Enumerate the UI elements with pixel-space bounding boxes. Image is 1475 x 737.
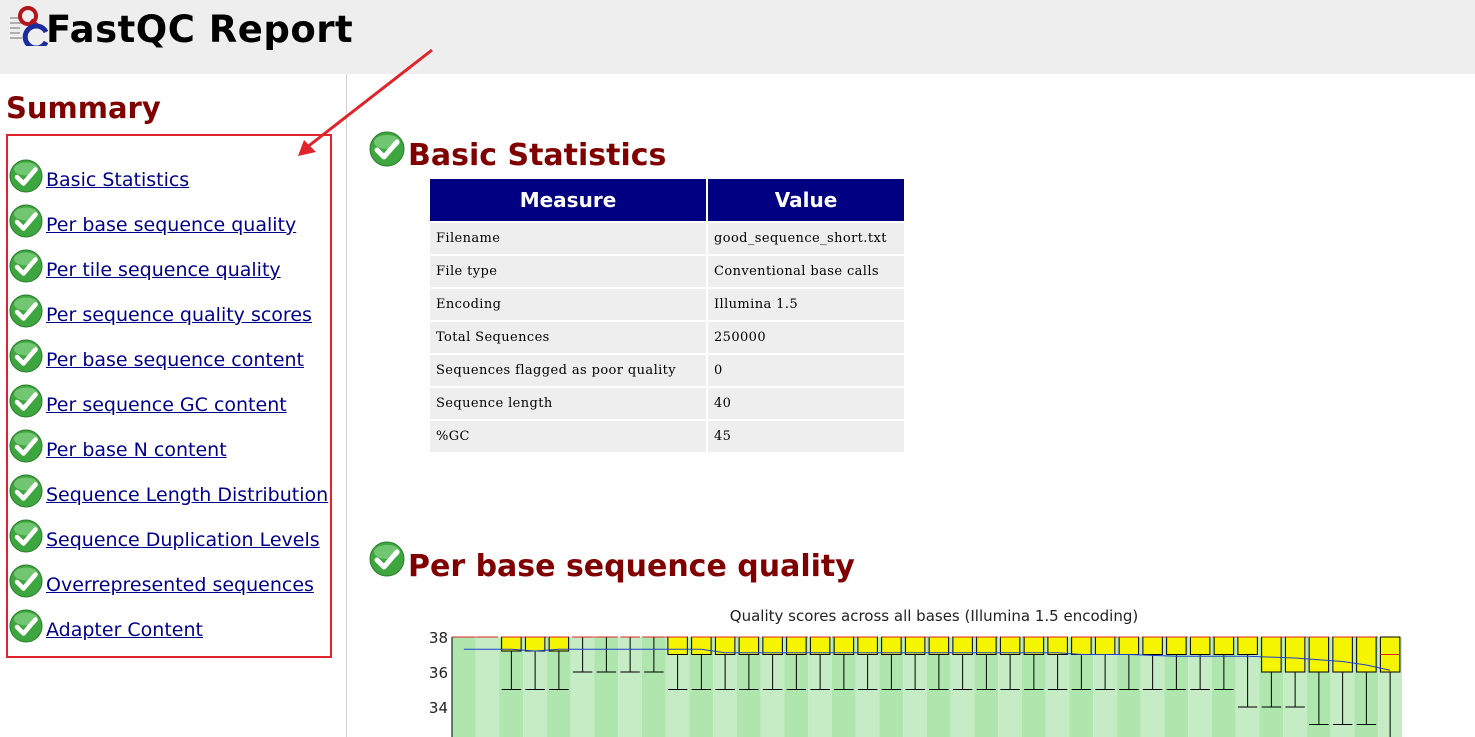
y-tick-label: 34 — [429, 699, 448, 717]
basic-statistics-body: Filename good_sequence_short.txt File type… — [430, 223, 904, 452]
sidebar-divider — [346, 74, 347, 737]
quartile-box — [857, 636, 878, 655]
measure-cell: Total Sequences — [430, 322, 706, 353]
measure-cell: Sequence length — [430, 388, 706, 419]
value-cell: good_sequence_short.txt — [708, 223, 904, 254]
plot-background-band — [475, 637, 500, 737]
summary-heading: Summary — [6, 91, 161, 125]
table-row: File type Conventional base calls — [430, 256, 904, 287]
basic-statistics-heading: Basic Statistics — [408, 138, 667, 173]
per-base-quality-heading: Per base sequence quality — [408, 549, 855, 584]
quartile-box — [833, 636, 855, 655]
quartile-box — [762, 636, 783, 655]
quartile-box — [667, 636, 688, 655]
pass-tick-icon — [9, 474, 43, 508]
pass-tick-icon — [9, 339, 43, 373]
summary-link[interactable]: Per base N content — [46, 438, 227, 462]
quartile-box — [999, 636, 1021, 655]
pass-tick-icon — [369, 541, 405, 577]
quartile-box — [1023, 636, 1045, 655]
quartile-box — [524, 636, 546, 652]
pass-tick-icon — [9, 429, 43, 463]
quartile-box — [786, 636, 807, 655]
quartile-box — [976, 636, 997, 655]
summary-link[interactable]: Per tile sequence quality — [46, 258, 281, 282]
quartile-box — [1166, 636, 1187, 655]
quartile-box — [1189, 636, 1211, 655]
quartile-box — [738, 636, 760, 655]
summary-link[interactable]: Per sequence GC content — [46, 393, 287, 417]
quartile-box — [1308, 636, 1330, 673]
summary-link[interactable]: Sequence Duplication Levels — [46, 528, 320, 552]
value-cell: 40 — [708, 388, 904, 419]
measure-cell: %GC — [430, 421, 706, 452]
summary-link[interactable]: Per sequence quality scores — [46, 303, 312, 327]
quartile-box — [1237, 636, 1258, 655]
table-row: Encoding Illumina 1.5 — [430, 289, 904, 320]
plot-background-band — [452, 637, 476, 737]
summary-link[interactable]: Per base sequence quality — [46, 213, 296, 237]
chart-title: Quality scores across all bases (Illumin… — [729, 607, 1139, 625]
table-row: Total Sequences 250000 — [430, 322, 904, 353]
y-tick-label: 36 — [429, 664, 448, 682]
table-header-row: Measure Value — [430, 179, 904, 221]
summary-link[interactable]: Basic Statistics — [46, 168, 189, 192]
quartile-box — [1047, 636, 1068, 655]
measure-cell: File type — [430, 256, 706, 287]
quartile-box — [1094, 636, 1116, 655]
quartile-box — [809, 636, 831, 655]
value-cell: Conventional base calls — [708, 256, 904, 287]
value-cell: Illumina 1.5 — [708, 289, 904, 320]
column-header-value: Value — [708, 179, 904, 221]
quartile-box — [928, 636, 950, 655]
table-row: %GC 45 — [430, 421, 904, 452]
column-header-measure: Measure — [430, 179, 706, 221]
quartile-box — [1071, 636, 1092, 655]
pass-tick-icon — [9, 159, 43, 193]
value-cell: 45 — [708, 421, 904, 452]
fastqc-logo-icon — [10, 6, 48, 46]
per-base-quality-chart: 38 36 34 — [429, 629, 1402, 737]
measure-cell: Filename — [430, 223, 706, 254]
summary-link[interactable]: Adapter Content — [46, 618, 203, 642]
pass-tick-icon — [9, 609, 43, 643]
measure-cell: Encoding — [430, 289, 706, 320]
quartile-box — [1284, 636, 1306, 673]
quartile-box — [881, 636, 902, 655]
quartile-box — [1213, 636, 1235, 655]
pass-tick-icon — [9, 564, 43, 598]
quartile-box — [904, 636, 926, 655]
quartile-box — [1261, 636, 1282, 673]
quartile-box — [1118, 636, 1140, 655]
y-tick-label: 38 — [429, 629, 448, 647]
table-row: Sequence length 40 — [430, 388, 904, 419]
quartile-box — [952, 636, 973, 655]
table-row: Sequences flagged as poor quality 0 — [430, 355, 904, 386]
quartile-box — [1332, 636, 1353, 673]
pass-tick-icon — [9, 249, 43, 283]
summary-link[interactable]: Overrepresented sequences — [46, 573, 314, 597]
summary-link[interactable]: Per base sequence content — [46, 348, 304, 372]
value-cell: 0 — [708, 355, 904, 386]
pass-tick-icon — [9, 519, 43, 553]
basic-statistics-table: Measure Value Filename good_sequence_shor… — [428, 177, 906, 454]
pass-tick-icon — [9, 384, 43, 418]
value-cell: 250000 — [708, 322, 904, 353]
quartile-box — [1142, 636, 1163, 655]
report-header: FastQC Report — [0, 0, 1475, 74]
pass-tick-icon — [369, 131, 405, 167]
quartile-box — [691, 636, 712, 655]
pass-tick-icon — [9, 204, 43, 238]
summary-link[interactable]: Sequence Length Distribution — [46, 483, 328, 507]
table-row: Filename good_sequence_short.txt — [430, 223, 904, 254]
measure-cell: Sequences flagged as poor quality — [430, 355, 706, 386]
pass-tick-icon — [9, 294, 43, 328]
